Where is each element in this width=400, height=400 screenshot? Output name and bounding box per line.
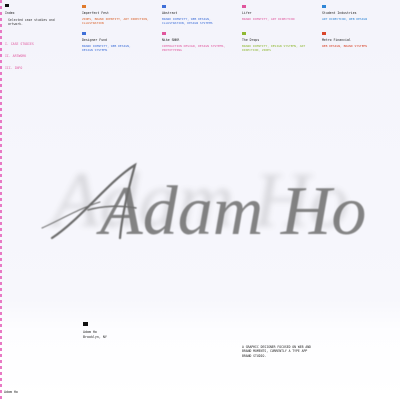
nav-artwork[interactable]: II. ARTWORK <box>5 54 65 58</box>
signature-artwork: Adam Ho Adam Ho <box>41 156 366 250</box>
category-nav: I. CASE STUDIES II. ARTWORK III. INFO <box>5 42 65 78</box>
footer-location: Brooklyn, NY <box>83 334 107 339</box>
project-title: Lifer <box>242 11 252 15</box>
project-tags: WEB DESIGN, BRAND SYSTEMS <box>322 44 368 48</box>
project-tags: BRAND IDENTITY, DESIGN SYSTEMS, ART DIRE… <box>242 44 306 53</box>
project-color-icon <box>242 32 246 35</box>
project-title: Imperfect Fest <box>82 11 109 15</box>
project-tags: ART DIRECTION, WEB DESIGN <box>322 17 368 21</box>
index-label: Index <box>5 11 15 15</box>
project-color-icon <box>322 5 326 8</box>
project-title: Nike SNKR <box>162 38 180 42</box>
project-color-icon <box>242 5 246 8</box>
project-tags: BRAND IDENTITY, ART DIRECTION <box>242 17 295 21</box>
index-description: Selected case studies and artwork. <box>8 18 55 27</box>
project-color-icon <box>82 5 86 8</box>
footer-contact: Adam Ho Brooklyn, NY <box>83 330 107 339</box>
project-title: Abstract <box>162 11 178 15</box>
left-dashed-border <box>0 0 2 400</box>
corner-name: Adam Ho <box>4 390 18 394</box>
project-title: Metro Financial <box>322 38 351 42</box>
footer-bio: A graphic designer focused on web and br… <box>242 345 311 358</box>
nav-info[interactable]: III. INFO <box>5 66 65 70</box>
project-color-icon <box>322 32 326 35</box>
project-tags: ZINES, BRAND IDENTITY, ART DIRECTION, IL… <box>82 17 149 26</box>
project-title: Designer Fund <box>82 38 107 42</box>
index-section: Index Selected case studies and artwork. <box>5 4 65 27</box>
index-square-icon <box>5 4 9 7</box>
project-tags: BRAND IDENTITY, WEB DESIGN, DESIGN SYSTE… <box>82 44 131 53</box>
project-tags: INTERACTION DESIGN, DESIGN SYSTEMS, PROT… <box>162 44 226 53</box>
project-title: The Drops <box>242 38 260 42</box>
project-tags: BRAND IDENTITY, WEB DESIGN, ILLUSTRATION… <box>162 17 213 26</box>
project-color-icon <box>162 32 166 35</box>
project-title: Student Industries <box>322 11 357 15</box>
footer-square-icon <box>83 322 88 326</box>
project-color-icon <box>162 5 166 8</box>
project-color-icon <box>82 32 86 35</box>
nav-case-studies[interactable]: I. CASE STUDIES <box>5 42 65 46</box>
signature-text: Adam Ho <box>96 173 366 250</box>
